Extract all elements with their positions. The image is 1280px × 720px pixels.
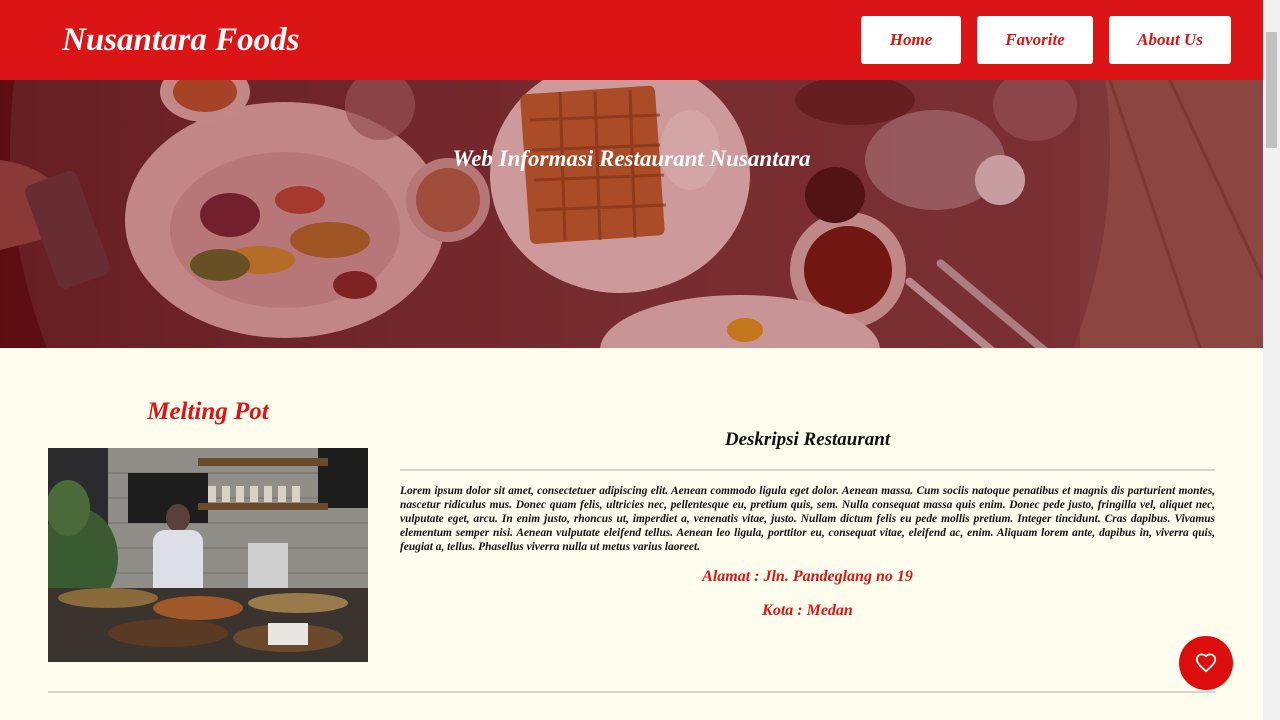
nav-about-button[interactable]: About Us: [1109, 16, 1231, 64]
hero-food-table-image: [0, 80, 1263, 348]
hero-banner: Web Informasi Restaurant Nusantara: [0, 80, 1263, 348]
scrollbar-thumb[interactable]: [1266, 32, 1277, 148]
restaurant-image: [48, 448, 368, 662]
page-scrollbar[interactable]: [1263, 0, 1280, 720]
description-text: Lorem ipsum dolor sit amet, consectetuer…: [400, 485, 1215, 553]
brand-title[interactable]: Nusantara Foods: [62, 20, 300, 60]
hero-title: Web Informasi Restaurant Nusantara: [452, 146, 811, 171]
restaurant-city: Kota : Medan: [762, 602, 853, 619]
app-header: Nusantara Foods Home Favorite About Us: [0, 0, 1263, 80]
restaurant-address: Alamat : Jln. Pandeglang no 19: [702, 568, 913, 585]
favorite-button[interactable]: [1179, 636, 1233, 690]
section-divider: [48, 691, 1215, 693]
nav-favorite-button[interactable]: Favorite: [977, 16, 1093, 64]
nav-home-button[interactable]: Home: [861, 16, 961, 64]
restaurant-name: Melting Pot: [147, 398, 269, 425]
heart-icon: [1195, 653, 1217, 673]
description-divider: [400, 469, 1215, 471]
description-title: Deskripsi Restaurant: [724, 429, 891, 450]
